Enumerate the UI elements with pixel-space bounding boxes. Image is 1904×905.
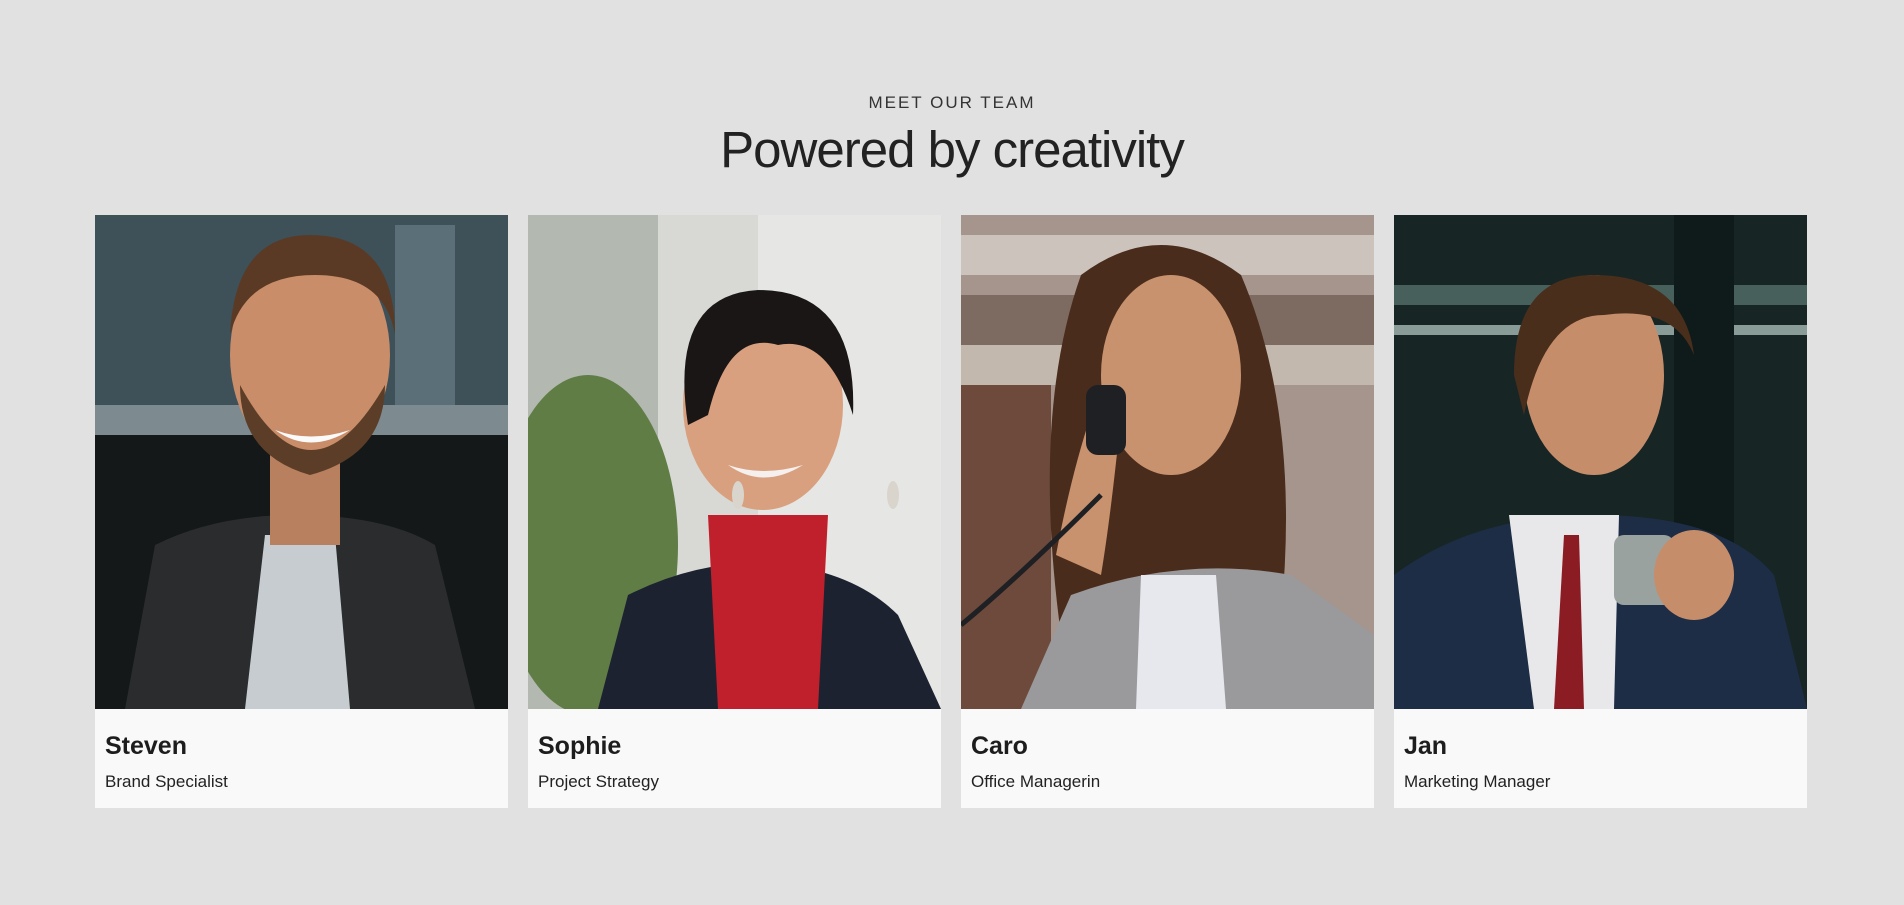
member-role: Office Managerin xyxy=(971,772,1101,791)
card-body: Caro Office Managerin xyxy=(961,709,1374,808)
team-photo-steven xyxy=(95,215,508,709)
member-role: Brand Specialist xyxy=(105,772,228,791)
team-section: MEET OUR TEAM Powered by creativity Stev… xyxy=(0,0,1904,905)
team-grid: Steven Brand Specialist Sophie Project S… xyxy=(95,215,1809,808)
section-eyebrow: MEET OUR TEAM xyxy=(868,93,1036,112)
team-photo-sophie xyxy=(528,215,941,709)
team-photo-jan xyxy=(1394,215,1807,709)
team-card-jan[interactable]: Jan Marketing Manager xyxy=(1394,215,1807,808)
portrait-image xyxy=(95,215,508,709)
portrait-image xyxy=(961,215,1374,709)
card-body: Steven Brand Specialist xyxy=(95,709,508,808)
portrait-image xyxy=(1394,215,1807,709)
portrait-image xyxy=(528,215,941,709)
section-title: Powered by creativity xyxy=(720,121,1185,178)
member-name: Sophie xyxy=(538,732,622,760)
card-body: Sophie Project Strategy xyxy=(528,709,941,808)
team-card-steven[interactable]: Steven Brand Specialist xyxy=(95,215,508,808)
member-role: Project Strategy xyxy=(538,772,659,791)
card-body: Jan Marketing Manager xyxy=(1394,709,1807,808)
member-name: Steven xyxy=(105,732,187,760)
team-card-sophie[interactable]: Sophie Project Strategy xyxy=(528,215,941,808)
team-card-caro[interactable]: Caro Office Managerin xyxy=(961,215,1374,808)
team-photo-caro xyxy=(961,215,1374,709)
member-name: Jan xyxy=(1404,732,1448,760)
member-role: Marketing Manager xyxy=(1404,772,1551,791)
member-name: Caro xyxy=(971,732,1028,760)
